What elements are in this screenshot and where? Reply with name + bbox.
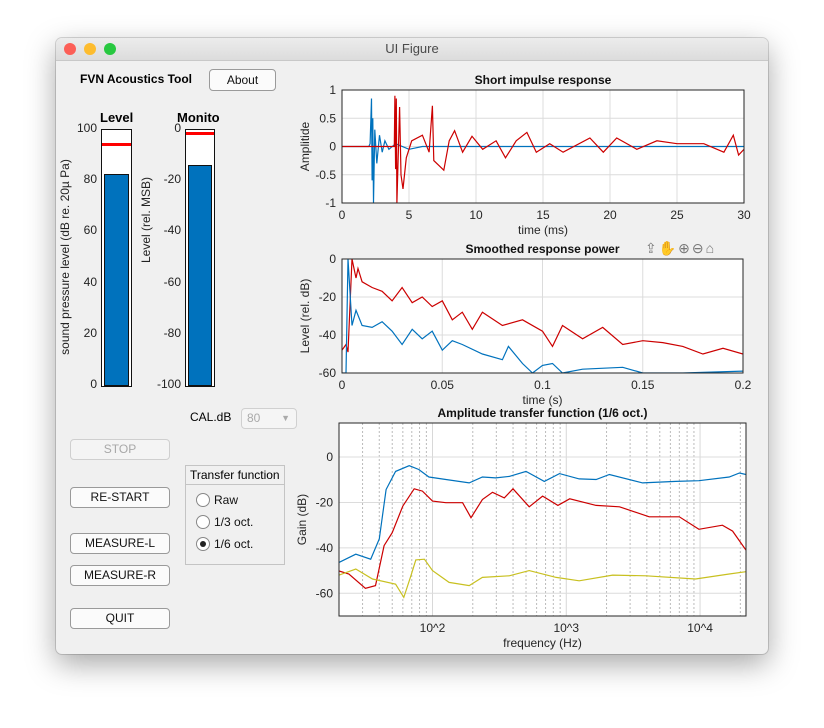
x-tick-label: 10^2 [420, 621, 446, 635]
y-axis-label: Amplitide [298, 122, 312, 172]
axes-toolbar: ⇪ ✋ ⊕ ⊖ ⌂ [645, 240, 714, 257]
x-tick-label: 0 [339, 378, 346, 392]
y-tick-label: -20 [316, 495, 334, 509]
pan-icon[interactable]: ✋ [659, 240, 676, 257]
home-icon[interactable]: ⌂ [706, 240, 714, 257]
x-tick-label: 30 [737, 208, 751, 222]
chart-title: Amplitude transfer function (1/6 oct.) [437, 406, 647, 420]
x-tick-label: 0.1 [534, 378, 551, 392]
y-axis-label: Level (rel. dB) [298, 279, 312, 354]
x-tick-label: 0 [339, 208, 346, 222]
x-tick-label: 15 [536, 208, 550, 222]
zoom-out-icon[interactable]: ⊖ [692, 240, 704, 257]
x-tick-label: 0.2 [735, 378, 752, 392]
chart-2: 10^2 10^3 10^4 -60 -40 -20 0 Amplitude transfer… [295, 406, 747, 650]
plot-area [339, 423, 746, 616]
chart-title: Smoothed response power [465, 242, 619, 256]
chart-title: Short impulse response [475, 73, 612, 87]
y-tick-label: -20 [319, 290, 337, 304]
zoom-in-icon[interactable]: ⊕ [678, 240, 690, 257]
x-tick-label: 20 [603, 208, 617, 222]
y-tick-label: -40 [319, 328, 337, 342]
x-tick-label: 0.15 [631, 378, 655, 392]
x-tick-label: 5 [406, 208, 413, 222]
x-tick-label: 10^4 [687, 621, 713, 635]
y-tick-label: 0.5 [319, 111, 336, 125]
y-axis-label: Gain (dB) [295, 494, 309, 545]
x-tick-label: 10^3 [553, 621, 579, 635]
y-tick-label: 1 [329, 83, 336, 97]
x-tick-label: 10 [469, 208, 483, 222]
chart-1: 0 0.05 0.1 0.15 0.2 -60 -40 -20 0 Smoothed respon… [298, 242, 752, 407]
charts-layer: 0 5 10 15 20 25 30 -1 -0.5 0 0.5 1 Short impulse res… [295, 73, 752, 650]
y-tick-label: 0 [326, 450, 333, 464]
x-axis-label: time (ms) [518, 223, 568, 237]
x-axis-label: frequency (Hz) [503, 636, 582, 650]
export-icon[interactable]: ⇪ [645, 240, 657, 257]
y-tick-label: 0 [329, 252, 336, 266]
chart-0: 0 5 10 15 20 25 30 -1 -0.5 0 0.5 1 Short impulse res… [298, 73, 751, 237]
x-tick-label: 25 [670, 208, 684, 222]
y-tick-label: -40 [316, 541, 334, 555]
x-axis-label: time (s) [523, 393, 563, 407]
y-tick-label: -0.5 [315, 168, 336, 182]
y-tick-label: -60 [316, 586, 334, 600]
y-tick-label: -1 [325, 196, 336, 210]
x-tick-label: 0.05 [431, 378, 455, 392]
y-tick-label: -60 [319, 366, 337, 380]
y-tick-label: 0 [329, 140, 336, 154]
